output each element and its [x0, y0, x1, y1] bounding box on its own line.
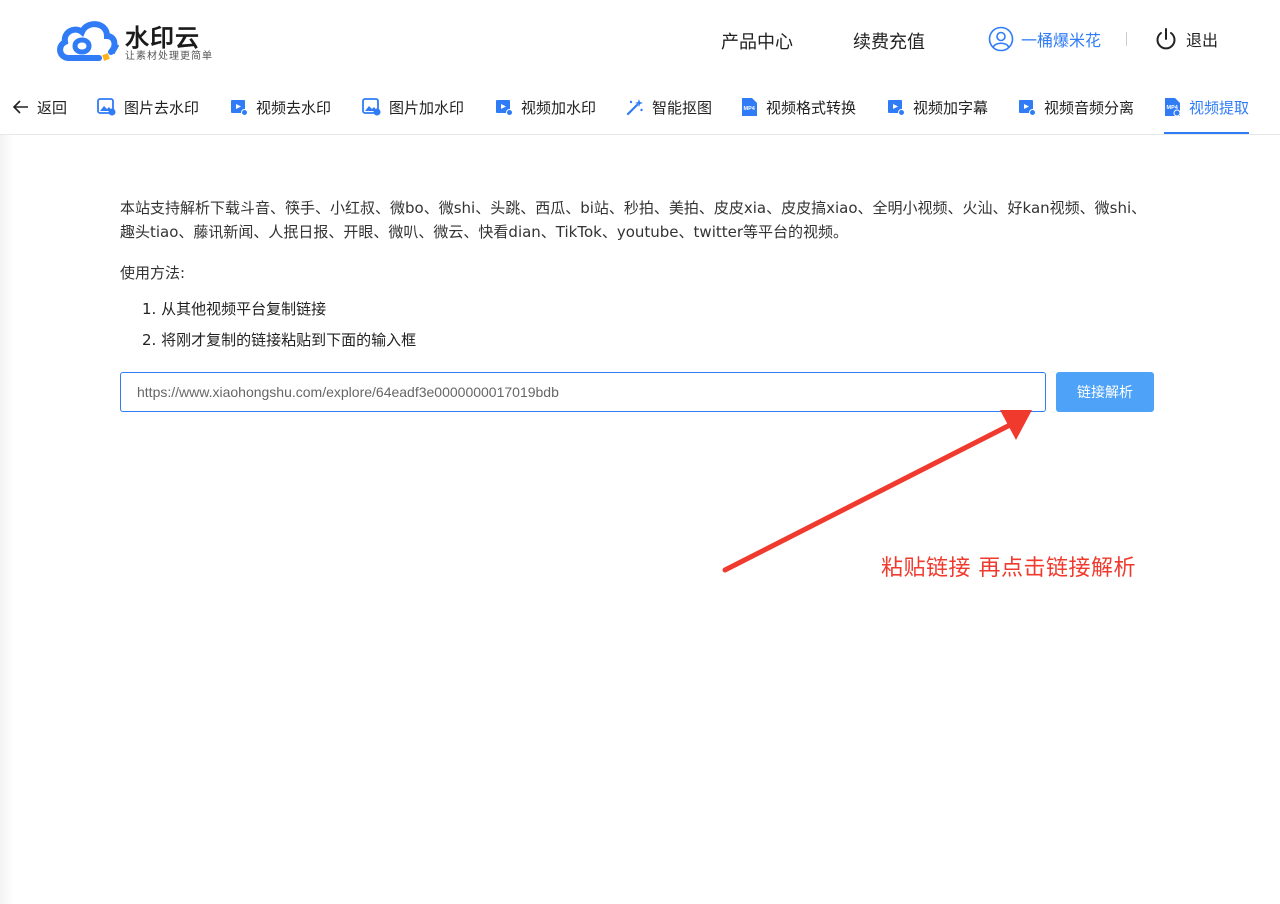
tab-label: 视频加水印 — [521, 98, 597, 117]
tab-label: 图片加水印 — [389, 98, 465, 117]
video-remove-icon — [231, 100, 248, 116]
usage-title: 使用方法: — [120, 264, 186, 282]
video-subtitle-icon — [888, 100, 905, 116]
arrow-left-icon — [13, 100, 28, 114]
image-add-icon — [362, 98, 381, 116]
tab-label: 视频格式转换 — [766, 98, 857, 117]
cloud-logo-icon — [57, 21, 120, 61]
back-button[interactable]: 返回 — [13, 79, 67, 135]
mp4-extract-icon: MP4 — [1165, 98, 1181, 117]
back-label: 返回 — [37, 98, 68, 117]
svg-text:MP4: MP4 — [744, 106, 756, 112]
annotation-text: 粘贴链接 再点击链接解析 — [881, 556, 1136, 581]
video-audio-icon — [1019, 100, 1036, 116]
tab-video-add-watermark[interactable]: 视频加水印 — [495, 79, 596, 135]
tab-label: 智能抠图 — [652, 98, 713, 117]
side-shadow — [0, 135, 14, 904]
tab-image-add-watermark[interactable]: 图片加水印 — [362, 79, 464, 135]
tab-label: 视频加字幕 — [913, 98, 989, 117]
usage-step: 2. 将刚才复制的链接粘贴到下面的输入框 — [142, 331, 417, 349]
user-name: 一桶爆米花 — [1021, 31, 1102, 50]
nav-product-center[interactable]: 产品中心 — [721, 28, 793, 54]
tab-label: 图片去水印 — [124, 98, 200, 117]
divider — [1126, 32, 1127, 46]
usage-steps: 1. 从其他视频平台复制链接 2. 将刚才复制的链接粘贴到下面的输入框 — [142, 294, 416, 356]
tab-label: 视频音频分离 — [1044, 98, 1135, 117]
logo[interactable]: 水印云 让素材处理更简单 — [55, 16, 225, 62]
logout-label: 退出 — [1186, 31, 1219, 50]
tab-image-remove-watermark[interactable]: 图片去水印 — [97, 79, 199, 135]
tool-tabs: 返回 图片去水印 视频去水印 图片加水印 视频加水印 智能抠图 MP4 视频格式… — [0, 79, 1280, 135]
tab-video-remove-watermark[interactable]: 视频去水印 — [230, 79, 331, 135]
user-avatar-icon — [988, 26, 1014, 52]
tab-video-extract[interactable]: MP4 视频提取 — [1164, 79, 1250, 135]
tab-smart-cutout[interactable]: 智能抠图 — [626, 79, 712, 135]
image-remove-icon — [97, 98, 116, 116]
logo-tagline: 让素材处理更简单 — [125, 51, 213, 62]
tab-video-audio-separate[interactable]: 视频音频分离 — [1018, 79, 1134, 135]
supported-platforms-text: 本站支持解析下载斗音、筷手、小红叔、微bo、微shi、头跳、西瓜、bi站、秒拍、… — [120, 199, 1147, 241]
mp4-icon: MP4 — [742, 98, 757, 116]
tab-label: 视频提取 — [1189, 98, 1250, 117]
tab-video-format-convert[interactable]: MP4 视频格式转换 — [741, 79, 856, 135]
parse-link-button[interactable]: 链接解析 — [1056, 372, 1154, 412]
usage-step: 1. 从其他视频平台复制链接 — [142, 300, 327, 318]
top-header: 水印云 让素材处理更简单 产品中心 续费充值 一桶爆米花 退出 — [0, 0, 1280, 79]
power-icon — [1156, 28, 1176, 50]
video-add-icon — [496, 100, 513, 116]
tab-label: 视频去水印 — [256, 98, 332, 117]
magic-wand-icon — [626, 99, 643, 116]
tab-video-add-subtitles[interactable]: 视频加字幕 — [887, 79, 988, 135]
user-menu[interactable]: 一桶爆米花 — [988, 26, 1101, 52]
nav-recharge[interactable]: 续费充值 — [853, 28, 925, 54]
logout-button[interactable]: 退出 — [1155, 26, 1218, 52]
